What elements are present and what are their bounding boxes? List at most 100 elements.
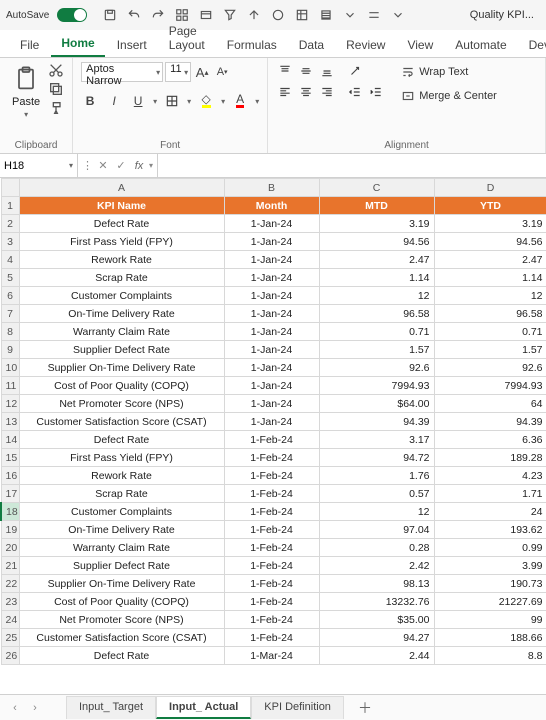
cell[interactable]: 94.39: [434, 413, 546, 431]
cell[interactable]: 2.47: [434, 251, 546, 269]
chevron-down-icon[interactable]: ▾: [69, 161, 73, 170]
wrap-text-button[interactable]: Wrap Text: [397, 62, 501, 82]
row-header[interactable]: 4: [1, 251, 19, 269]
cell[interactable]: 94.27: [319, 629, 434, 647]
cell[interactable]: 1.14: [434, 269, 546, 287]
cell[interactable]: 1-Jan-24: [224, 251, 319, 269]
cell[interactable]: 2.44: [319, 647, 434, 665]
cell[interactable]: 1-Jan-24: [224, 377, 319, 395]
cell[interactable]: 1-Jan-24: [224, 287, 319, 305]
row-header[interactable]: 7: [1, 305, 19, 323]
cell[interactable]: 1.57: [319, 341, 434, 359]
cell[interactable]: 1-Feb-24: [224, 431, 319, 449]
align-right-icon[interactable]: [318, 83, 336, 101]
cell[interactable]: 97.04: [319, 521, 434, 539]
underline-button[interactable]: U: [129, 92, 147, 110]
chevron-down-icon[interactable]: ▾: [255, 97, 259, 106]
row-header[interactable]: 11: [1, 377, 19, 395]
header-cell[interactable]: YTD: [434, 197, 546, 215]
cell[interactable]: Customer Complaints: [19, 503, 224, 521]
cell[interactable]: 96.58: [434, 305, 546, 323]
cell[interactable]: 1-Jan-24: [224, 305, 319, 323]
orientation-icon[interactable]: [346, 62, 364, 80]
row-header[interactable]: 10: [1, 359, 19, 377]
cell[interactable]: 3.19: [434, 215, 546, 233]
row-header[interactable]: 26: [1, 647, 19, 665]
cell[interactable]: 0.71: [319, 323, 434, 341]
header-cell[interactable]: MTD: [319, 197, 434, 215]
cell[interactable]: 1.71: [434, 485, 546, 503]
cell[interactable]: 193.62: [434, 521, 546, 539]
chevron-down-icon[interactable]: ▾: [24, 110, 28, 119]
cancel-icon[interactable]: ✕: [95, 158, 111, 174]
row-header[interactable]: 12: [1, 395, 19, 413]
cell[interactable]: 1-Feb-24: [224, 557, 319, 575]
sheet-tab[interactable]: KPI Definition: [251, 696, 344, 719]
cell[interactable]: 94.39: [319, 413, 434, 431]
cell[interactable]: $35.00: [319, 611, 434, 629]
cell[interactable]: Warranty Claim Rate: [19, 323, 224, 341]
cell[interactable]: 3.99: [434, 557, 546, 575]
enter-icon[interactable]: ✓: [113, 158, 129, 174]
sheet-tab[interactable]: Input_ Target: [66, 696, 156, 719]
ribbon-tab-page-layout[interactable]: Page Layout: [159, 18, 215, 57]
cell[interactable]: Warranty Claim Rate: [19, 539, 224, 557]
row-header[interactable]: 5: [1, 269, 19, 287]
cell[interactable]: Supplier Defect Rate: [19, 341, 224, 359]
cell[interactable]: Defect Rate: [19, 431, 224, 449]
cell[interactable]: 1-Feb-24: [224, 485, 319, 503]
row-header[interactable]: 8: [1, 323, 19, 341]
font-size-select[interactable]: 11▾: [165, 62, 191, 82]
cell[interactable]: On-Time Delivery Rate: [19, 305, 224, 323]
cell[interactable]: 3.19: [319, 215, 434, 233]
cell[interactable]: 1-Jan-24: [224, 269, 319, 287]
cell[interactable]: 0.99: [434, 539, 546, 557]
cell[interactable]: 1-Feb-24: [224, 611, 319, 629]
cell[interactable]: 1.14: [319, 269, 434, 287]
cell[interactable]: 1-Feb-24: [224, 467, 319, 485]
cell[interactable]: 92.6: [319, 359, 434, 377]
align-top-icon[interactable]: [276, 62, 294, 80]
qat-icon-4[interactable]: [245, 6, 263, 24]
cell[interactable]: 190.73: [434, 575, 546, 593]
cell[interactable]: 1-Feb-24: [224, 629, 319, 647]
sheet-nav-next-icon[interactable]: ›: [28, 701, 42, 715]
cell[interactable]: Scrap Rate: [19, 269, 224, 287]
cell[interactable]: 2.47: [319, 251, 434, 269]
save-icon[interactable]: [101, 6, 119, 24]
cell[interactable]: On-Time Delivery Rate: [19, 521, 224, 539]
format-painter-icon[interactable]: [48, 100, 64, 116]
font-name-select[interactable]: Aptos Narrow▾: [81, 62, 163, 82]
copy-icon[interactable]: [48, 81, 64, 97]
cell[interactable]: 24: [434, 503, 546, 521]
add-sheet-icon[interactable]: ＋: [358, 698, 372, 718]
row-header[interactable]: 18: [1, 503, 19, 521]
cell[interactable]: Cost of Poor Quality (COPQ): [19, 593, 224, 611]
cell[interactable]: 1-Feb-24: [224, 503, 319, 521]
qat-icon-3[interactable]: [221, 6, 239, 24]
cell[interactable]: 189.28: [434, 449, 546, 467]
cut-icon[interactable]: [48, 62, 64, 78]
chevron-down-icon[interactable]: ▾: [187, 97, 191, 106]
row-header[interactable]: 23: [1, 593, 19, 611]
cell[interactable]: Rework Rate: [19, 467, 224, 485]
cell[interactable]: Net Promoter Score (NPS): [19, 611, 224, 629]
ribbon-tab-review[interactable]: Review: [336, 32, 395, 57]
name-box-input[interactable]: [4, 160, 54, 172]
increase-indent-icon[interactable]: [367, 83, 385, 101]
cell[interactable]: Net Promoter Score (NPS): [19, 395, 224, 413]
ribbon-tab-data[interactable]: Data: [289, 32, 334, 57]
cell[interactable]: 8.8: [434, 647, 546, 665]
cell[interactable]: 1-Jan-24: [224, 215, 319, 233]
ribbon-tab-deve[interactable]: Deve: [519, 32, 546, 57]
row-header[interactable]: 20: [1, 539, 19, 557]
qat-icon-6[interactable]: [293, 6, 311, 24]
ribbon-tab-file[interactable]: File: [10, 32, 49, 57]
cell[interactable]: 12: [319, 287, 434, 305]
cell[interactable]: Scrap Rate: [19, 485, 224, 503]
chevron-down-icon[interactable]: ▾: [153, 97, 157, 106]
cell[interactable]: 98.13: [319, 575, 434, 593]
row-header[interactable]: 16: [1, 467, 19, 485]
increase-font-icon[interactable]: A▴: [193, 62, 211, 82]
name-box[interactable]: ▾: [0, 154, 78, 177]
